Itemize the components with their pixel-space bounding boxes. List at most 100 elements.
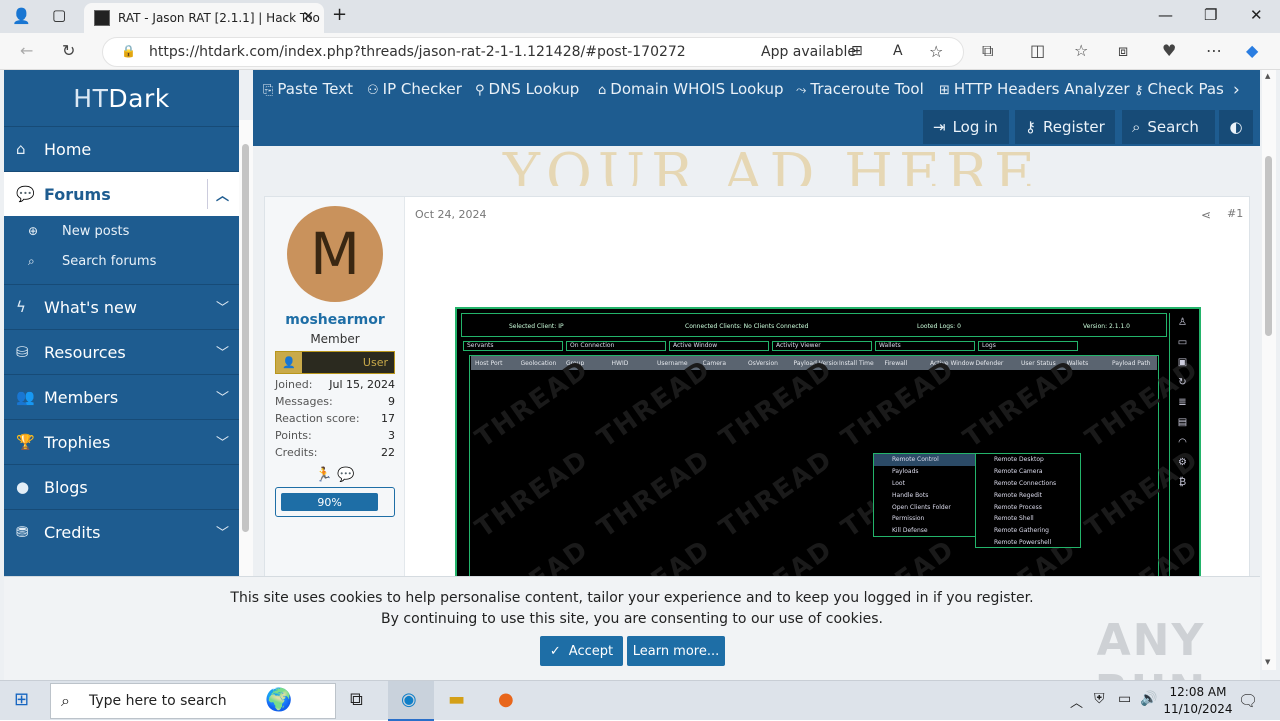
- globe-widget-icon[interactable]: 🌍: [265, 688, 292, 713]
- chat-plus-icon[interactable]: 💬: [337, 467, 354, 483]
- chevron-down-icon[interactable]: ﹀: [216, 387, 229, 406]
- post-number[interactable]: #1: [1227, 207, 1243, 220]
- url-input[interactable]: 🔒 https://htdark.com/index.php?threads/j…: [102, 37, 964, 67]
- learn-more-button[interactable]: Learn more...: [627, 636, 725, 666]
- close-tab-icon[interactable]: ✕: [302, 9, 314, 25]
- notification-icon[interactable]: 🗨: [1238, 691, 1258, 710]
- nav-check-pass[interactable]: ⚷ Check Pas: [1134, 80, 1240, 98]
- chevron-down-icon[interactable]: ﹀: [216, 522, 229, 541]
- sidebar-subitem-search-forums[interactable]: ⌕ Search forums: [4, 246, 239, 276]
- copilot-icon[interactable]: ◆: [1246, 41, 1258, 60]
- screenshot-header: [461, 313, 1167, 337]
- tray-chevron-icon[interactable]: ︿: [1070, 692, 1083, 711]
- profile-icon[interactable]: 👤: [12, 7, 31, 25]
- context-menu-item: Remote Control: [874, 454, 976, 466]
- sidebar-item-resources[interactable]: ⛁ Resources ﹀: [4, 329, 239, 374]
- tray-security-icon[interactable]: ⛨: [1094, 691, 1105, 707]
- sidebar-item-forums[interactable]: 💬 Forums ︿: [4, 171, 239, 216]
- chevron-up-icon[interactable]: ︿: [206, 179, 229, 209]
- nav-ip-checker[interactable]: ⚇ IP Checker: [367, 80, 462, 98]
- more-menu-icon[interactable]: ⋯: [1206, 41, 1222, 60]
- nav-scroll-right-icon[interactable]: ›: [1233, 80, 1240, 100]
- sidebar-subitem-new-posts[interactable]: ⊕ New posts: [4, 216, 239, 246]
- extensions-icon[interactable]: ⧉: [982, 41, 993, 61]
- chevron-down-icon[interactable]: ﹀: [216, 297, 229, 316]
- nav-dns-lookup[interactable]: ⚲ DNS Lookup: [475, 80, 579, 98]
- screenshot-tab: Logs: [978, 341, 1078, 351]
- sidebar-item-members[interactable]: 👥 Members ﹀: [4, 374, 239, 419]
- resources-icon: ⛁: [16, 343, 29, 361]
- scrollbar-thumb[interactable]: [242, 144, 249, 532]
- web-page: HT Dark ⌂ Home 💬 Forums ︿ ⊕ New posts ⌕ Search…: [0, 70, 1280, 680]
- restore-icon[interactable]: ❐: [1204, 6, 1217, 24]
- back-icon[interactable]: ←: [20, 41, 33, 60]
- site-logo[interactable]: HT Dark: [4, 70, 239, 126]
- blog-icon: ●: [16, 478, 30, 496]
- taskbar-clock[interactable]: 12:08 AM 11/10/2024: [1160, 684, 1236, 718]
- post-date[interactable]: Oct 24, 2024: [415, 208, 487, 221]
- volume-icon[interactable]: 🔊: [1140, 691, 1157, 707]
- app-available-label[interactable]: App available: [761, 44, 856, 60]
- new-tab-icon[interactable]: +: [332, 4, 347, 25]
- sidebar-scrollbar[interactable]: [239, 120, 253, 576]
- screenshot-column: Defender: [975, 360, 1004, 367]
- read-aloud-icon[interactable]: A: [893, 43, 903, 59]
- collections-icon[interactable]: ⧈: [1118, 41, 1128, 61]
- search-button[interactable]: ⌕ Search: [1122, 110, 1215, 144]
- chevron-down-icon[interactable]: ﹀: [216, 342, 229, 361]
- version-text: Version: 2.1.1.0: [1083, 323, 1130, 330]
- sidebar-item-trophies[interactable]: 🏆 Trophies ﹀: [4, 419, 239, 464]
- scroll-up-icon[interactable]: ▲: [1265, 72, 1270, 80]
- user-banner: 👤 User: [275, 351, 395, 374]
- split-screen-icon[interactable]: ◫: [1030, 41, 1045, 60]
- chevron-down-icon[interactable]: ﹀: [216, 432, 229, 451]
- register-button[interactable]: ⚷ Register: [1015, 110, 1115, 144]
- username-link[interactable]: moshearmor: [265, 312, 405, 328]
- accept-button[interactable]: ✓ Accept: [540, 636, 623, 666]
- nav-traceroute[interactable]: ⤳ Traceroute Tool: [796, 80, 924, 98]
- task-view-icon[interactable]: ⧉: [350, 689, 363, 710]
- sidebar-item-whats-new[interactable]: ϟ What's new ﹀: [4, 284, 239, 329]
- file-explorer-icon[interactable]: ▬: [448, 689, 465, 710]
- sidebar-item-credits[interactable]: ⛃ Credits ﹀: [4, 509, 239, 554]
- avatar[interactable]: M: [287, 206, 383, 302]
- favorite-star-icon[interactable]: ☆: [929, 42, 943, 61]
- scrollbar-thumb[interactable]: [1265, 156, 1272, 336]
- sidebar-item-blogs[interactable]: ● Blogs: [4, 464, 239, 509]
- nav-http-headers[interactable]: ⊞ HTTP Headers Analyzer: [939, 80, 1130, 98]
- taskbar-search-input[interactable]: ⌕ Type here to search 🌍: [50, 683, 336, 719]
- sidebar-item-home[interactable]: ⌂ Home: [4, 126, 239, 171]
- paste-icon: ⎘: [263, 83, 274, 98]
- tab-actions-icon[interactable]: ▢: [52, 6, 66, 24]
- register-label: Register: [1043, 118, 1105, 136]
- ad-banner[interactable]: YOUR AD HERE: [253, 146, 1260, 186]
- browser-tab[interactable]: RAT - Jason RAT [2.1.1] | Hack Too ✕: [84, 3, 324, 33]
- refresh-icon[interactable]: ↻: [62, 41, 75, 60]
- runner-icon[interactable]: 🏃: [315, 467, 332, 483]
- nav-paste-text[interactable]: ⎘ Paste Text: [263, 80, 353, 98]
- context-submenu-item: Remote Connections: [994, 479, 1057, 487]
- sidebar-item-label: Resources: [44, 342, 126, 362]
- theme-toggle-button[interactable]: ◐: [1219, 110, 1253, 144]
- network-icon[interactable]: ▭: [1118, 691, 1131, 707]
- progress-box: 90%: [275, 487, 395, 517]
- login-button[interactable]: ⇥ Log in: [923, 110, 1009, 144]
- nav-label: HTTP Headers Analyzer: [953, 80, 1130, 98]
- stat-label: Joined:: [275, 378, 313, 391]
- favorites-icon[interactable]: ☆: [1074, 41, 1088, 60]
- search-icon: ⌕: [1132, 118, 1141, 136]
- page-scrollbar[interactable]: ▲ ▼: [1262, 70, 1276, 670]
- search-icon: ⌕: [61, 691, 70, 710]
- browser-essentials-icon[interactable]: ♥: [1162, 41, 1176, 60]
- nav-domain-whois[interactable]: ⌂ Domain WHOIS Lookup: [598, 80, 784, 98]
- share-icon[interactable]: ⋖: [1201, 208, 1211, 222]
- app-install-icon[interactable]: ⊞: [851, 43, 863, 59]
- scroll-down-icon[interactable]: ▼: [1265, 658, 1270, 666]
- accept-label: Accept: [568, 643, 614, 659]
- stat-row: Credits: 22: [275, 446, 395, 459]
- taskbar-edge-button[interactable]: ◉: [388, 681, 434, 721]
- firefox-icon[interactable]: ●: [498, 689, 514, 710]
- close-window-icon[interactable]: ✕: [1250, 6, 1263, 24]
- windows-start-icon[interactable]: ⊞: [14, 689, 29, 710]
- minimize-icon[interactable]: —: [1158, 6, 1173, 24]
